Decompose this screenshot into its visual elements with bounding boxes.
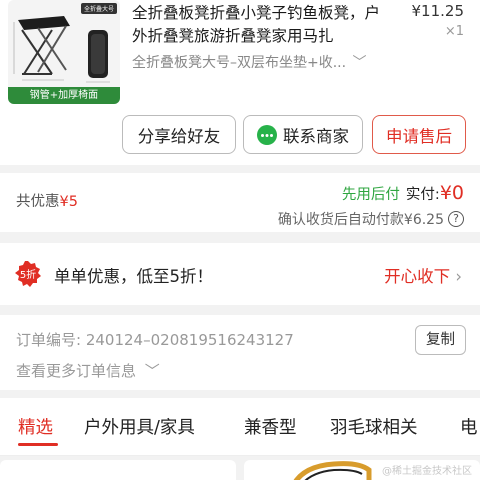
more-order-info[interactable]: 查看更多订单信息 ﹀ [16, 360, 160, 381]
actual-value: ¥0 [439, 182, 464, 204]
auto-pay-text: 确认收货后自动付款¥6.25 [277, 212, 444, 228]
actual-payment: 先用后付 实付: ¥0 [342, 182, 464, 204]
discount-badge-icon: 5折 [15, 261, 41, 287]
actual-label: 实付: [405, 187, 440, 203]
discount-badge-text: 5折 [20, 268, 36, 281]
category-tabs: 精选 户外用具/家具 兼香型 羽毛球相关 电 [0, 398, 480, 456]
product-quantity: ×1 [444, 24, 464, 39]
product-spec-text: 全折叠板凳大号–双层布坐垫+收... [132, 55, 347, 71]
chevron-down-icon: ﹀ [144, 362, 160, 380]
recommendation-feed: @稀土掘金技术社区 [0, 456, 480, 480]
after-sales-button[interactable]: 申请售后 [372, 115, 466, 154]
payment-summary: 共优惠¥5 先用后付 实付: ¥0 确认收货后自动付款¥6.25 ? [0, 165, 480, 232]
order-number: 订单编号: 240124–020819516243127 [16, 329, 294, 350]
product-title[interactable]: 全折叠板凳折叠小凳子钓鱼板凳，户外折叠凳旅游折叠凳家用马扎 [132, 2, 392, 48]
order-number-value: 240124–020819516243127 [85, 331, 294, 349]
promo-text: 单单优惠，低至5折！ [54, 267, 213, 286]
discount-label: 共优惠 [16, 194, 60, 210]
tab-electronics[interactable]: 电 [460, 414, 478, 439]
copy-button[interactable]: 复制 [415, 325, 466, 355]
order-number-label: 订单编号: [16, 331, 82, 349]
promo-banner[interactable]: 5折 单单优惠，低至5折！ 开心收下 › [0, 243, 480, 305]
thumbnail-tag: 全折叠大号 [80, 3, 117, 14]
contact-seller-button[interactable]: 联系商家 [243, 115, 363, 154]
product-spec[interactable]: 全折叠板凳大号–双层布坐垫+收... ﹀ [132, 52, 367, 72]
product-thumbnail[interactable]: 全折叠大号 钢管+加厚椅面 [8, 0, 120, 104]
chevron-down-icon: ﹀ [352, 55, 367, 71]
claim-coupon-label: 开心收下 [384, 267, 451, 286]
chat-bubble-icon [257, 124, 277, 145]
pay-later-label: 先用后付 [341, 187, 400, 203]
product-card: 全折叠大号 钢管+加厚椅面 全折叠板凳折叠小凳子钓鱼板凳，户外折叠凳旅游折叠凳家… [0, 0, 480, 165]
contact-seller-label: 联系商家 [283, 126, 349, 146]
tab-badminton[interactable]: 羽毛球相关 [330, 414, 418, 439]
tab-jianxiang[interactable]: 兼香型 [244, 414, 297, 439]
question-icon[interactable]: ? [448, 211, 464, 227]
product-price: ¥11.25 [411, 2, 465, 20]
tab-active-indicator [18, 443, 58, 446]
auto-pay-info[interactable]: 确认收货后自动付款¥6.25 ? [278, 209, 464, 229]
chevron-right-icon: › [455, 267, 462, 286]
claim-coupon-link[interactable]: 开心收下 › [384, 263, 462, 287]
thumbnail-caption: 钢管+加厚椅面 [8, 87, 120, 104]
discount-value: ¥5 [59, 194, 78, 210]
watermark: @稀土掘金技术社区 [382, 466, 472, 477]
more-order-info-label: 查看更多订单信息 [16, 362, 137, 380]
feed-card[interactable] [0, 460, 236, 480]
discount-total: 共优惠¥5 [16, 190, 78, 211]
share-button[interactable]: 分享给好友 [122, 115, 236, 154]
order-info: 订单编号: 240124–020819516243127 复制 查看更多订单信息… [0, 315, 480, 390]
tab-featured[interactable]: 精选 [18, 414, 53, 439]
tab-outdoor-furniture[interactable]: 户外用具/家具 [84, 414, 195, 439]
